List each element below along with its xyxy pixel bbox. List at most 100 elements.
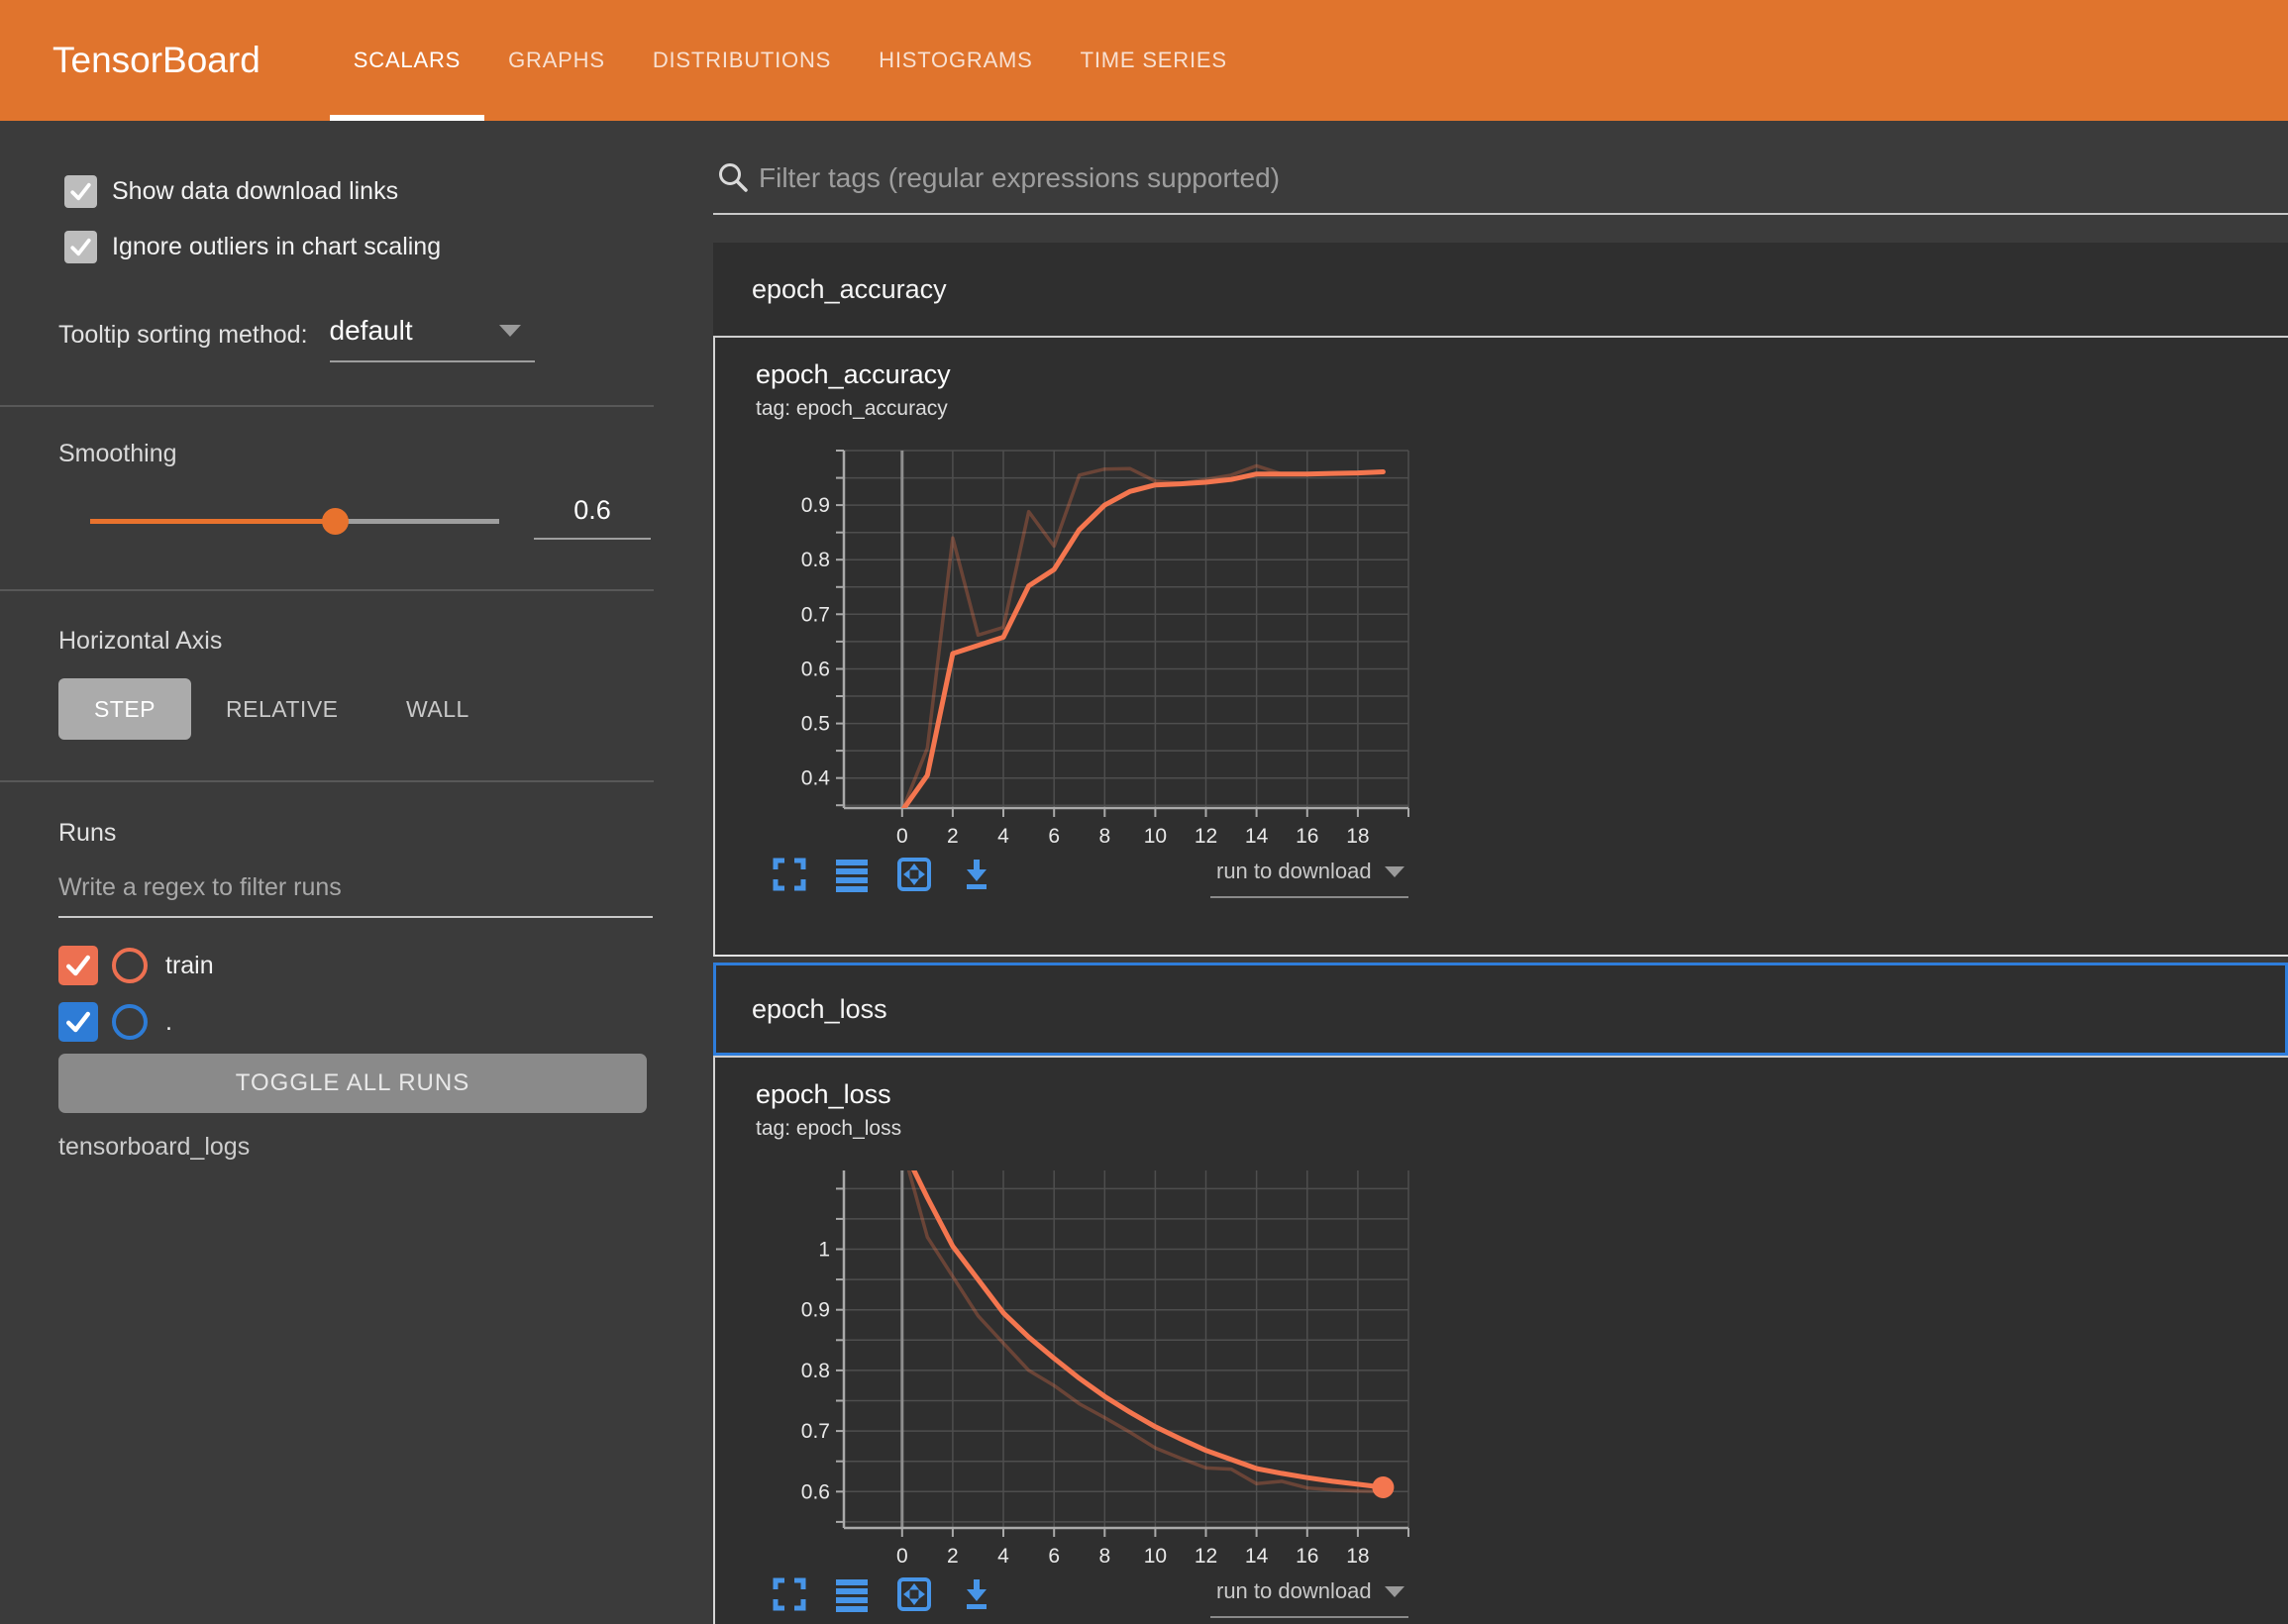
run-train-checkbox[interactable] (58, 946, 98, 985)
chart-toolbar (772, 1576, 994, 1612)
svg-text:12: 12 (1195, 1545, 1217, 1568)
horizontal-axis-label: Horizontal Axis (58, 627, 222, 656)
loss-line-chart[interactable]: 0.60.70.80.91024681012141618 (782, 1163, 1436, 1571)
slider-thumb[interactable] (322, 508, 349, 535)
svg-text:6: 6 (1048, 1545, 1060, 1568)
chart-title: epoch_loss (756, 1079, 891, 1110)
svg-text:6: 6 (1048, 825, 1060, 848)
tooltip-sorting-dropdown[interactable]: default (330, 315, 535, 362)
sidebar-divider (0, 405, 654, 407)
svg-text:0: 0 (896, 1545, 908, 1568)
ignore-outliers-label: Ignore outliers in chart scaling (112, 233, 441, 261)
fit-domain-icon[interactable] (896, 1576, 932, 1612)
tab-distributions[interactable]: DISTRIBUTIONS (629, 0, 855, 121)
svg-text:0.8: 0.8 (801, 1360, 830, 1382)
data-table-icon[interactable] (834, 857, 870, 892)
filter-underline (713, 213, 2288, 215)
run-row-train: train (58, 946, 214, 985)
run-dot-label: . (165, 1008, 172, 1037)
axis-wall-button[interactable]: WALL (406, 678, 469, 740)
tensorboard-app: TensorBoard SCALARS GRAPHS DISTRIBUTIONS… (0, 0, 2288, 1624)
download-icon[interactable] (959, 857, 994, 892)
svg-text:12: 12 (1195, 825, 1217, 848)
svg-text:0.8: 0.8 (801, 549, 830, 571)
svg-text:0.4: 0.4 (801, 767, 831, 790)
chevron-down-icon (1385, 1586, 1404, 1597)
svg-text:1: 1 (818, 1239, 830, 1262)
app-logo: TensorBoard (52, 40, 260, 81)
check-icon (67, 234, 94, 260)
chart-toolbar (772, 857, 994, 892)
chevron-down-icon (1385, 866, 1404, 877)
expand-chart-icon[interactable] (772, 1576, 807, 1612)
show-download-links-row: Show data download links (64, 175, 398, 208)
svg-text:18: 18 (1346, 1545, 1369, 1568)
axis-relative-button[interactable]: RELATIVE (226, 678, 339, 740)
fit-domain-icon[interactable] (896, 857, 932, 892)
run-color-swatch (112, 948, 148, 983)
expand-chart-icon[interactable] (772, 857, 807, 892)
slider-fill (90, 519, 336, 524)
show-download-links-checkbox[interactable] (64, 175, 97, 208)
sidebar-divider (0, 780, 654, 782)
svg-text:8: 8 (1098, 825, 1110, 848)
svg-text:0.9: 0.9 (801, 1299, 830, 1322)
chart-title: epoch_accuracy (756, 359, 951, 390)
svg-text:14: 14 (1245, 825, 1269, 848)
svg-text:14: 14 (1245, 1545, 1269, 1568)
chart-card-epoch-loss: epoch_loss tag: epoch_loss 0.60.70.80.91… (713, 1058, 2288, 1624)
svg-text:18: 18 (1346, 825, 1369, 848)
svg-text:8: 8 (1098, 1545, 1110, 1568)
data-table-icon[interactable] (834, 1576, 870, 1612)
settings-sidebar: Show data download links Ignore outliers… (0, 121, 713, 1624)
app-header: TensorBoard SCALARS GRAPHS DISTRIBUTIONS… (0, 0, 2288, 121)
check-icon (62, 1006, 94, 1038)
section-header-epoch-accuracy[interactable]: epoch_accuracy (713, 243, 2288, 336)
ignore-outliers-row: Ignore outliers in chart scaling (64, 231, 441, 263)
runs-regex-input[interactable] (58, 873, 653, 918)
smoothing-value-field[interactable]: 0.6 (534, 495, 651, 540)
download-icon[interactable] (959, 1576, 994, 1612)
toggle-all-runs-button[interactable]: TOGGLE ALL RUNS (58, 1054, 647, 1113)
svg-text:0.7: 0.7 (801, 1420, 830, 1443)
ignore-outliers-checkbox[interactable] (64, 231, 97, 263)
main-tabs: SCALARS GRAPHS DISTRIBUTIONS HISTOGRAMS … (330, 0, 1251, 121)
svg-text:10: 10 (1144, 825, 1167, 848)
tab-time-series[interactable]: TIME SERIES (1057, 0, 1251, 121)
tooltip-sorting-value: default (330, 315, 413, 347)
smoothing-label: Smoothing (58, 440, 177, 468)
tooltip-sorting-label: Tooltip sorting method: (58, 315, 308, 350)
svg-text:0.9: 0.9 (801, 494, 830, 517)
svg-text:0: 0 (896, 825, 908, 848)
sidebar-divider (0, 589, 654, 591)
smoothing-slider[interactable] (90, 508, 499, 535)
tab-histograms[interactable]: HISTOGRAMS (855, 0, 1057, 121)
svg-text:2: 2 (947, 825, 959, 848)
tab-graphs[interactable]: GRAPHS (484, 0, 629, 121)
check-icon (67, 178, 94, 205)
tab-scalars[interactable]: SCALARS (330, 0, 484, 121)
svg-text:0.6: 0.6 (801, 1480, 830, 1503)
run-train-label: train (165, 952, 214, 980)
check-icon (62, 950, 94, 981)
run-to-download-dropdown[interactable]: run to download (1210, 1578, 1408, 1618)
runs-title: Runs (58, 819, 116, 848)
svg-text:4: 4 (997, 1545, 1009, 1568)
section-header-epoch-loss[interactable]: epoch_loss (713, 963, 2288, 1056)
svg-text:16: 16 (1296, 1545, 1318, 1568)
section-epoch-accuracy: epoch_accuracy epoch_accuracy tag: epoch… (713, 243, 2288, 957)
svg-text:2: 2 (947, 1545, 959, 1568)
accuracy-line-chart[interactable]: 0.40.50.60.70.80.9024681012141618 (782, 443, 1436, 851)
run-to-download-dropdown[interactable]: run to download (1210, 859, 1408, 898)
run-dot-checkbox[interactable] (58, 1002, 98, 1042)
tag-filter-input[interactable] (759, 156, 2225, 204)
main-content: epoch_accuracy epoch_accuracy tag: epoch… (713, 121, 2288, 1624)
search-icon (716, 160, 752, 196)
svg-text:0.5: 0.5 (801, 713, 830, 736)
show-download-links-label: Show data download links (112, 177, 398, 206)
chevron-down-icon (499, 325, 521, 337)
axis-step-button[interactable]: STEP (58, 678, 191, 740)
svg-text:4: 4 (997, 825, 1009, 848)
chart-tag-subtitle: tag: epoch_accuracy (756, 397, 948, 421)
svg-text:0.6: 0.6 (801, 659, 830, 681)
